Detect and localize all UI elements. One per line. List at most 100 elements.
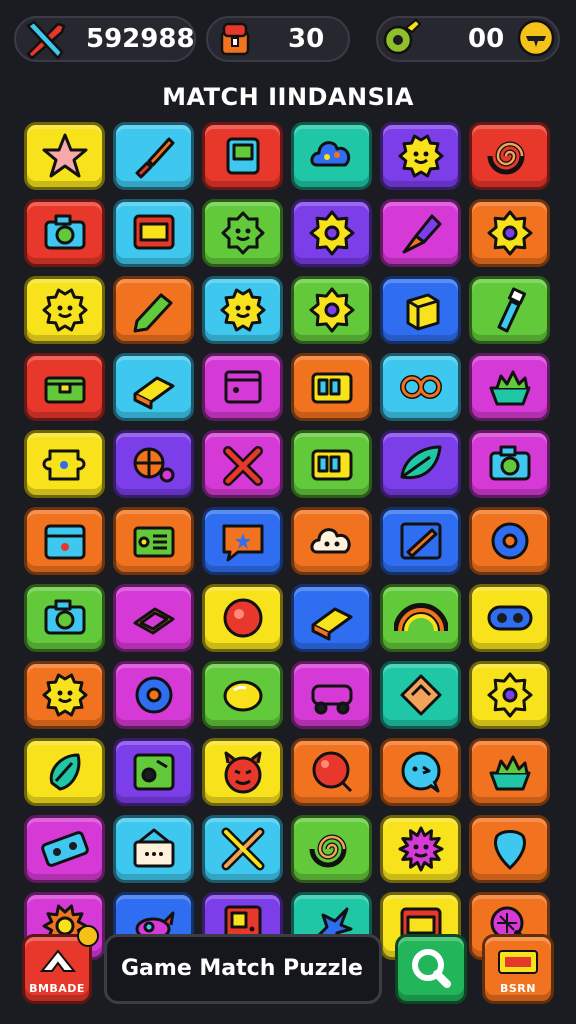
board-tile[interactable] [202, 738, 283, 806]
machine-icon [311, 449, 352, 481]
board-tile[interactable] [469, 122, 550, 190]
board-tile[interactable] [113, 276, 194, 344]
board-tile[interactable] [469, 815, 550, 883]
board-tile[interactable] [291, 815, 372, 883]
board-tile[interactable] [380, 199, 461, 267]
board-tile[interactable] [291, 507, 372, 575]
ball-icon [133, 447, 174, 483]
sun-face-icon [42, 673, 87, 717]
knot-icon [399, 375, 442, 399]
board-tile[interactable] [202, 815, 283, 883]
chat-icon [222, 524, 263, 562]
cube-icon [406, 293, 439, 331]
arrow-up-icon [39, 949, 77, 972]
sun-face-icon [42, 288, 87, 332]
board-tile[interactable] [113, 122, 194, 190]
board-tile[interactable] [24, 353, 105, 421]
board-tile[interactable] [113, 507, 194, 575]
board-tile[interactable] [469, 661, 550, 729]
board-tile[interactable] [469, 199, 550, 267]
pencil-board-icon [400, 522, 441, 560]
board-tile[interactable] [202, 430, 283, 498]
board-tile[interactable] [202, 199, 283, 267]
board-tile[interactable] [291, 276, 372, 344]
board-tile[interactable] [24, 430, 105, 498]
board-tile[interactable] [113, 815, 194, 883]
ticket-button-label: BSRN [500, 982, 536, 995]
board-tile[interactable] [469, 507, 550, 575]
name-box-text: Game Match Puzzle [121, 956, 363, 981]
leaf-icon [400, 445, 441, 480]
board-tile[interactable] [24, 815, 105, 883]
board-tile[interactable] [113, 199, 194, 267]
screen-icon [133, 214, 174, 250]
board-tile[interactable] [202, 507, 283, 575]
board-tile[interactable] [469, 738, 550, 806]
keys-value: 00 [468, 24, 505, 54]
board-tile[interactable] [113, 353, 194, 421]
camera-icon [44, 599, 85, 635]
board-tile[interactable] [202, 122, 283, 190]
card-icon [133, 526, 174, 558]
diamond-icon [400, 674, 441, 716]
board-tile[interactable] [380, 276, 461, 344]
board-tile[interactable] [291, 199, 372, 267]
plus-coin-icon[interactable] [514, 16, 558, 60]
board-tile[interactable] [291, 353, 372, 421]
board-tile[interactable] [380, 661, 461, 729]
board-tile[interactable] [469, 430, 550, 498]
board-tile[interactable] [380, 584, 461, 652]
board-tile[interactable] [291, 738, 372, 806]
board-tile[interactable] [24, 661, 105, 729]
boost-button-label: BMBADE [29, 982, 85, 995]
board-tile[interactable] [202, 353, 283, 421]
gems-value: 30 [288, 24, 325, 54]
board-tile[interactable] [24, 122, 105, 190]
board-tile[interactable] [202, 661, 283, 729]
board-tile[interactable] [469, 584, 550, 652]
board-tile[interactable] [202, 584, 283, 652]
boost-button[interactable]: BMBADE [22, 925, 99, 1004]
board-tile[interactable] [380, 353, 461, 421]
swirl-icon [309, 834, 347, 868]
monster-icon [398, 826, 443, 872]
board-tile[interactable] [24, 738, 105, 806]
gems-pill: 30 [206, 16, 350, 62]
cloud-icon [310, 141, 350, 167]
board-tile[interactable] [24, 507, 105, 575]
keys-pill: 00 [376, 16, 560, 62]
board-tile[interactable] [113, 430, 194, 498]
board-tile[interactable] [380, 738, 461, 806]
camera-icon [489, 445, 530, 481]
board-tile[interactable] [24, 199, 105, 267]
board-tile[interactable] [291, 430, 372, 498]
board-tile[interactable] [291, 661, 372, 729]
donut-icon [491, 522, 528, 560]
gear-icon [309, 210, 354, 256]
board-tile[interactable] [113, 584, 194, 652]
sun-face-icon [220, 288, 265, 332]
board-tile[interactable] [24, 276, 105, 344]
gear-key-icon [376, 14, 426, 64]
board-tile[interactable] [380, 815, 461, 883]
search-button[interactable] [395, 934, 467, 1004]
board-tile[interactable] [113, 661, 194, 729]
board-tile[interactable] [380, 122, 461, 190]
board-tile[interactable] [380, 507, 461, 575]
board-tile[interactable] [24, 584, 105, 652]
board-tile[interactable] [469, 276, 550, 344]
board-tile[interactable] [380, 430, 461, 498]
board-tile[interactable] [291, 122, 372, 190]
gear-icon [309, 287, 354, 333]
name-box: Game Match Puzzle [104, 934, 382, 1004]
crossed-swords-icon [20, 14, 70, 64]
board-tile[interactable] [469, 353, 550, 421]
camera-icon [44, 214, 85, 250]
coin-badge-icon [77, 925, 99, 947]
board-tile[interactable] [291, 584, 372, 652]
ticket-button[interactable]: BSRN [482, 934, 554, 1004]
cloud-face-icon [310, 528, 351, 554]
tools-icon [221, 827, 264, 871]
board-tile[interactable] [202, 276, 283, 344]
board-tile[interactable] [113, 738, 194, 806]
